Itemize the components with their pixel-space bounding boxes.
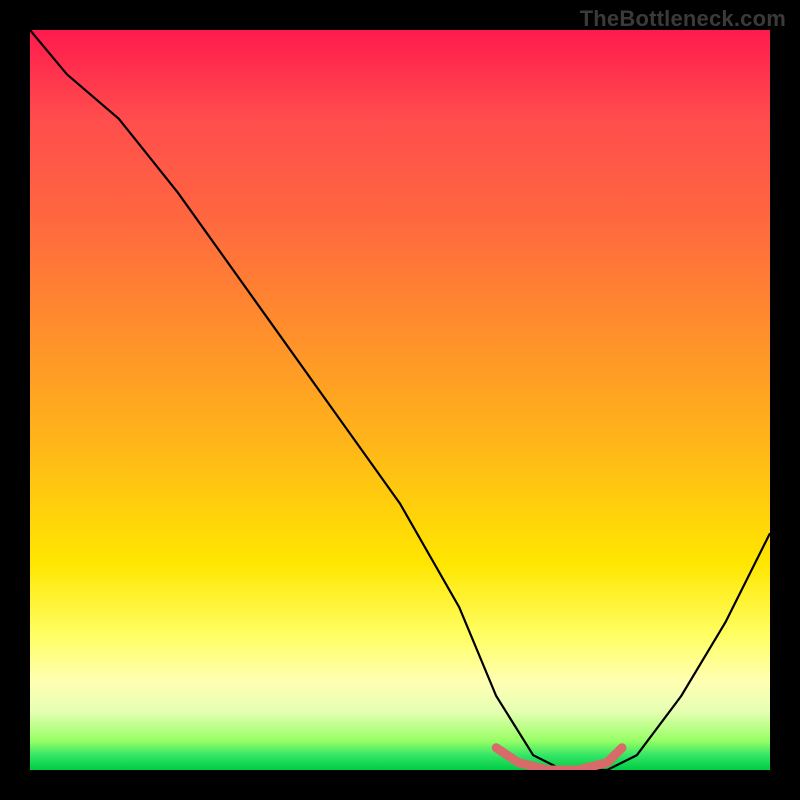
watermark-text: TheBottleneck.com [580,6,786,32]
curve-layer [30,30,770,770]
bottleneck-curve [30,30,770,770]
gradient-plot-area [30,30,770,770]
optimal-highlight [496,748,622,770]
chart-frame: TheBottleneck.com [0,0,800,800]
